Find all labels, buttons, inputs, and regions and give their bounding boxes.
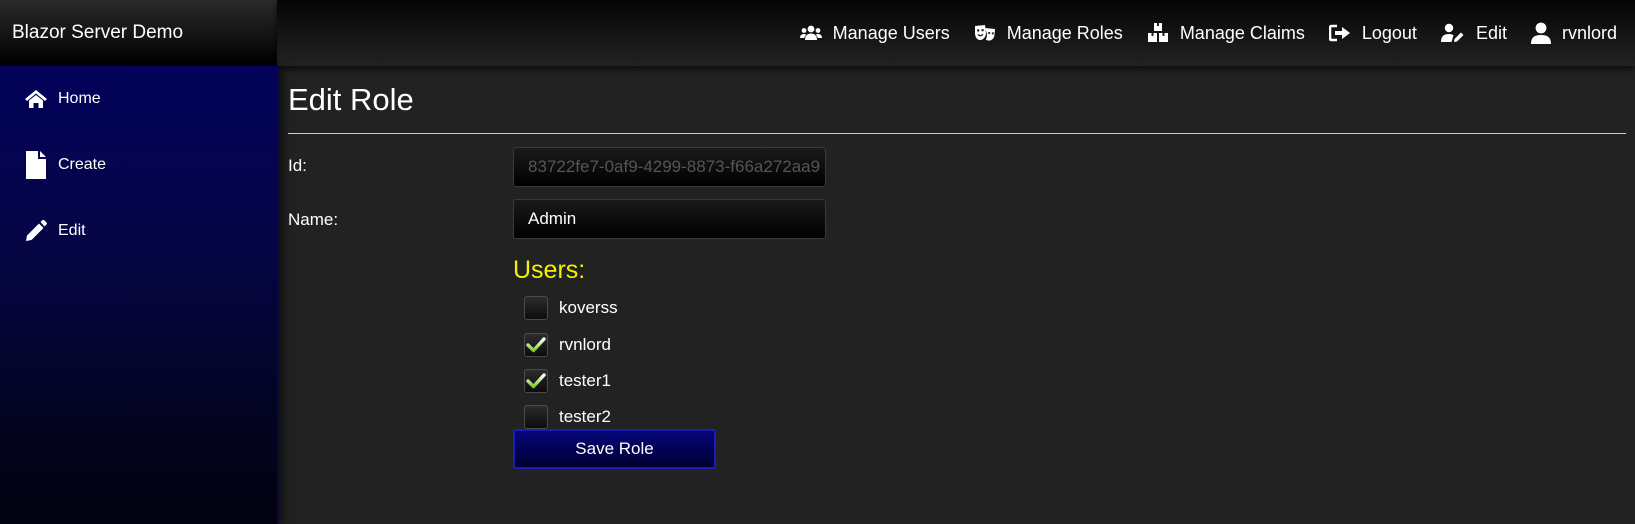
nav-user-name: rvnlord	[1561, 22, 1617, 43]
page-title: Edit Role	[288, 82, 414, 117]
main-content: Edit Role Id: 83722fe7-0af9-4299-8873-f6…	[288, 66, 1635, 524]
nav-logout[interactable]: Logout	[1328, 22, 1417, 44]
sidebar-item-label: Home	[58, 90, 101, 107]
user-checkbox[interactable]	[524, 369, 548, 393]
nav-manage-users[interactable]: Manage Users	[799, 22, 950, 44]
users-icon	[799, 24, 822, 42]
top-navbar: Manage Users Manage Roles Manage Claims …	[277, 0, 1635, 66]
nav-edit[interactable]: Edit	[1440, 22, 1507, 44]
file-icon	[24, 151, 48, 179]
save-role-button[interactable]: Save Role	[513, 429, 716, 469]
nav-manage-roles-label: Manage Roles	[1006, 22, 1123, 43]
user-checkbox[interactable]	[524, 405, 548, 429]
checkmark-icon	[526, 337, 546, 353]
user-name: rvnlord	[559, 335, 611, 354]
name-label: Name:	[288, 210, 339, 229]
user-checkbox-row[interactable]: tester2	[524, 405, 611, 429]
user-name: koverss	[559, 298, 618, 317]
nav-manage-claims-label: Manage Claims	[1179, 22, 1305, 43]
nav-manage-claims[interactable]: Manage Claims	[1147, 23, 1305, 44]
user-checkbox[interactable]	[524, 333, 548, 357]
user-name: tester2	[559, 407, 611, 426]
sidebar-item-create[interactable]: Create	[0, 132, 277, 198]
title-divider	[288, 133, 1626, 134]
theater-masks-icon	[974, 24, 996, 42]
nav-edit-label: Edit	[1475, 22, 1507, 43]
user-checkbox-row[interactable]: rvnlord	[524, 333, 611, 357]
id-label: Id:	[288, 156, 307, 175]
pencil-icon	[24, 220, 48, 242]
user-edit-icon	[1440, 23, 1465, 43]
user-icon	[1530, 22, 1551, 44]
boxes-icon	[1147, 23, 1169, 43]
user-checkbox[interactable]	[524, 296, 548, 320]
home-icon	[24, 89, 48, 109]
sidebar-item-edit[interactable]: Edit	[0, 198, 277, 264]
user-checkbox-row[interactable]: koverss	[524, 296, 618, 320]
sidebar-item-label: Edit	[58, 222, 86, 239]
name-field[interactable]: Admin	[513, 199, 826, 239]
app-title[interactable]: Blazor Server Demo	[12, 22, 183, 44]
users-heading: Users:	[513, 256, 586, 284]
sidebar-item-label: Create	[58, 156, 107, 173]
id-field[interactable]: 83722fe7-0af9-4299-8873-f66a272aa9	[513, 147, 826, 187]
app-brand[interactable]: Blazor Server Demo	[0, 0, 277, 66]
nav-manage-roles[interactable]: Manage Roles	[974, 23, 1123, 44]
user-checkbox-row[interactable]: tester1	[524, 369, 611, 393]
sidebar-item-home[interactable]: Home	[0, 66, 277, 132]
save-role-label: Save Role	[575, 439, 654, 458]
sign-out-icon	[1328, 24, 1351, 42]
checkmark-icon	[526, 373, 546, 389]
sidebar: Home Create Edit	[0, 66, 279, 524]
user-name: tester1	[559, 371, 611, 390]
nav-manage-users-label: Manage Users	[832, 22, 950, 43]
nav-logout-label: Logout	[1361, 22, 1417, 43]
nav-user-profile[interactable]: rvnlord	[1530, 22, 1617, 44]
